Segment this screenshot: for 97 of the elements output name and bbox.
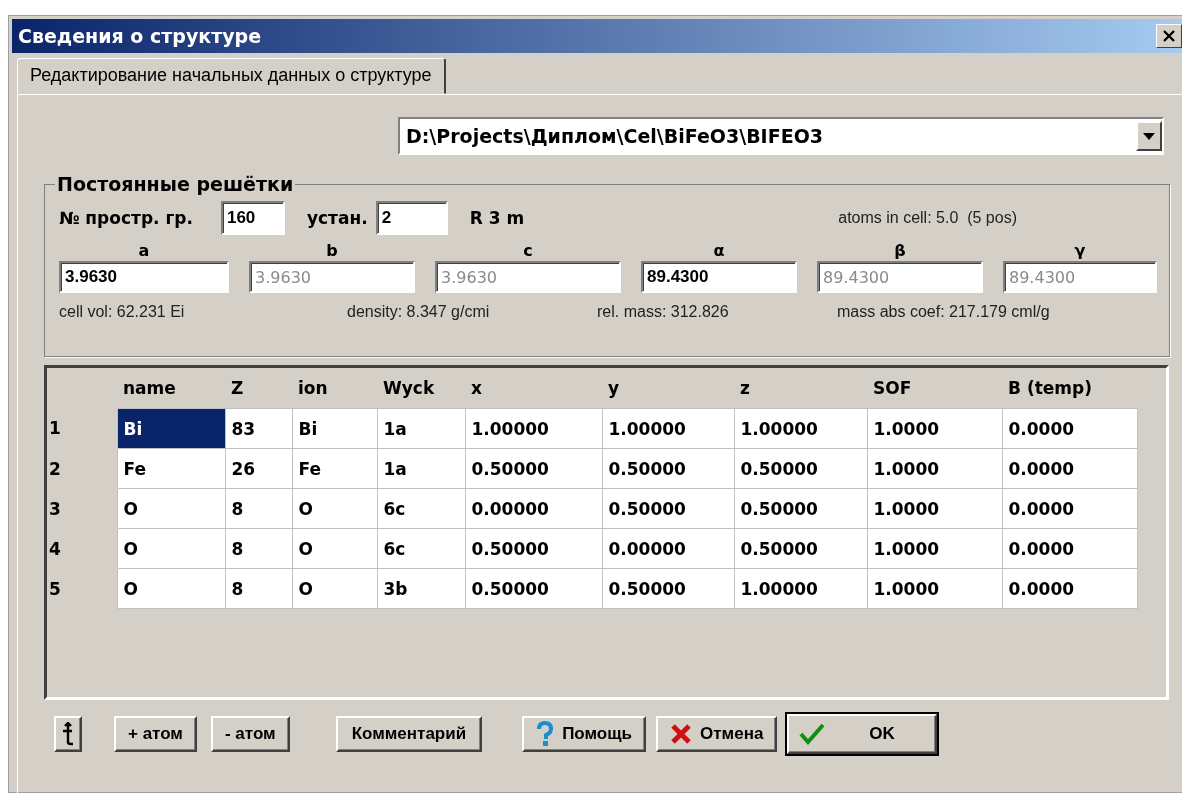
table-cell[interactable]: 26 xyxy=(225,448,292,489)
input-field[interactable]: 89.4300 xyxy=(641,261,797,293)
parameter-label: α xyxy=(713,241,725,261)
row-number: 2 xyxy=(47,448,117,489)
table-cell[interactable]: 8 xyxy=(225,488,292,529)
tab[interactable]: Редактирование начальных данных о структуре xyxy=(17,58,446,94)
table-cell[interactable]: 0.00000 xyxy=(602,528,734,569)
ok-button[interactable]: OK xyxy=(787,714,937,754)
table-cell[interactable]: 0.00000 xyxy=(465,488,602,529)
table-cell[interactable]: 6c xyxy=(377,528,465,569)
row-number: 4 xyxy=(47,528,117,569)
table-cell[interactable]: 0.0000 xyxy=(1002,568,1137,609)
atom-button[interactable]: - атом xyxy=(210,716,290,752)
path-dropdown[interactable]: D:\Projects\Диплом\Cel\BiFeO3\BIFEO3 xyxy=(398,117,1164,155)
table-cell[interactable]: 1.0000 xyxy=(867,568,1002,609)
table-cell[interactable]: 6c xyxy=(377,488,465,529)
parameter-label: b xyxy=(326,241,338,261)
table-cell[interactable]: 0.50000 xyxy=(465,528,602,569)
table-cell[interactable]: Fe xyxy=(292,448,377,489)
table-cell[interactable]: O xyxy=(117,568,225,609)
table-cell[interactable]: O xyxy=(292,488,377,529)
caret-icon xyxy=(1143,132,1155,140)
column-header: y xyxy=(602,368,734,409)
column-header: SOF xyxy=(867,368,1002,409)
table-cell[interactable]: Bi xyxy=(117,408,225,449)
table-cell[interactable]: 0.50000 xyxy=(465,448,602,489)
input-field[interactable]: 160 xyxy=(220,201,285,235)
column-header: name xyxy=(117,368,225,409)
table-cell[interactable]: 1a xyxy=(377,408,465,449)
setting-label: устан. xyxy=(306,208,368,228)
column-header: z xyxy=(734,368,867,409)
dropdown-button[interactable] xyxy=(1136,121,1162,151)
space-group-label: № простр. гр. xyxy=(59,208,193,228)
file-path: D:\Projects\Диплом\Cel\BiFeO3\BIFEO3 xyxy=(406,125,824,147)
window-title: Сведения о структуре xyxy=(17,25,262,47)
table-cell[interactable]: 0.50000 xyxy=(602,568,734,609)
table-cell[interactable]: 0.50000 xyxy=(602,488,734,529)
table-cell[interactable]: Fe xyxy=(117,448,225,489)
cell-statistic: cell vol: 62.231 Ei xyxy=(59,303,186,321)
table-cell[interactable]: 0.0000 xyxy=(1002,408,1137,449)
table-cell[interactable]: 1.00000 xyxy=(465,408,602,449)
table-cell[interactable]: 1.0000 xyxy=(867,408,1002,449)
table-cell[interactable]: 8 xyxy=(225,568,292,609)
input-field[interactable]: 2 xyxy=(375,201,448,235)
table-cell[interactable]: 1.00000 xyxy=(734,568,867,609)
transpose-button[interactable] xyxy=(54,716,82,752)
table-cell[interactable]: 1.0000 xyxy=(867,448,1002,489)
atom-button[interactable]: + атом xyxy=(114,716,197,752)
table-cell[interactable]: 1.00000 xyxy=(734,408,867,449)
atoms-count: atoms in cell: 5.0 (5 pos) xyxy=(838,209,1017,227)
cell-statistic: mass abs coef: 217.179 cml/g xyxy=(837,303,1050,321)
help-button[interactable]: Помощь xyxy=(522,716,647,752)
parameter-label: c xyxy=(523,241,533,261)
input-field[interactable]: 3.9630 xyxy=(59,261,229,293)
table-cell[interactable]: 0.50000 xyxy=(734,528,867,569)
table-cell[interactable]: 3b xyxy=(377,568,465,609)
column-header: ion xyxy=(292,368,377,409)
row-number: 5 xyxy=(47,568,117,609)
table-cell[interactable]: 0.0000 xyxy=(1002,448,1137,489)
column-header: Wyck xyxy=(377,368,465,409)
table-cell[interactable]: 8 xyxy=(225,528,292,569)
table-cell[interactable]: 0.50000 xyxy=(465,568,602,609)
space-group-symbol: R 3 m xyxy=(469,208,525,228)
close-button[interactable] xyxy=(1156,24,1182,48)
table-cell[interactable]: O xyxy=(292,568,377,609)
table-cell[interactable]: 0.0000 xyxy=(1002,528,1137,569)
column-header: x xyxy=(465,368,602,409)
table-cell[interactable]: 1.00000 xyxy=(602,408,734,449)
table-cell[interactable]: 0.50000 xyxy=(734,488,867,529)
table-cell[interactable]: 0.0000 xyxy=(1002,488,1137,529)
group-title: Постоянные решётки xyxy=(56,173,295,195)
close-icon xyxy=(1163,30,1175,42)
parameter-label: γ xyxy=(1074,241,1086,261)
table-cell[interactable]: 1.0000 xyxy=(867,488,1002,529)
table-cell[interactable]: 1.0000 xyxy=(867,528,1002,569)
help-icon xyxy=(536,721,555,747)
cross-icon xyxy=(670,723,693,745)
parameter-label: β xyxy=(894,241,906,261)
column-header: B (temp) xyxy=(1002,368,1137,409)
parameter-label: a xyxy=(138,241,150,261)
cell-statistic: density: 8.347 g/cmi xyxy=(347,303,491,321)
checkmark-icon xyxy=(799,723,826,745)
row-number: 1 xyxy=(47,408,117,449)
row-number: 3 xyxy=(47,488,117,529)
cancel-button[interactable]: Отмена xyxy=(656,716,778,752)
column-header: Z xyxy=(225,368,292,409)
table-cell[interactable]: 1a xyxy=(377,448,465,489)
table-cell[interactable]: 0.50000 xyxy=(602,448,734,489)
letter-t-arrow-icon xyxy=(60,722,76,746)
atom-button[interactable]: Комментарий xyxy=(335,716,483,752)
table-cell[interactable]: 0.50000 xyxy=(734,448,867,489)
table-cell[interactable]: 83 xyxy=(225,408,292,449)
table-cell[interactable]: O xyxy=(292,528,377,569)
table-cell[interactable]: Bi xyxy=(292,408,377,449)
table-cell[interactable]: O xyxy=(117,528,225,569)
cell-statistic: rel. mass: 312.826 xyxy=(597,303,730,321)
table-cell[interactable]: O xyxy=(117,488,225,529)
